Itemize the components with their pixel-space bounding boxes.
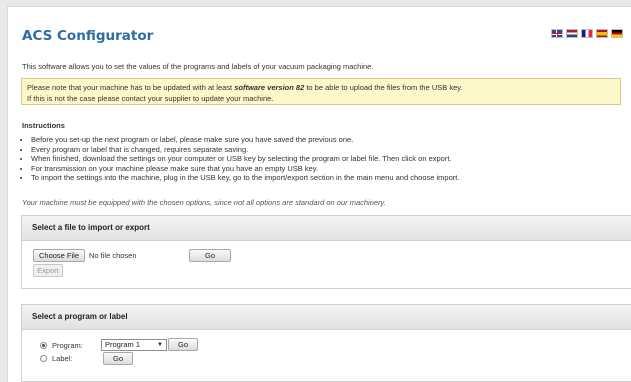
configurator-page: ACS Configurator This software allows yo…: [7, 6, 631, 382]
instructions-title: Instructions: [22, 121, 65, 130]
notice-line-2: If this is not the case please contact y…: [27, 94, 274, 103]
instruction-item: When finished, download the settings on …: [31, 154, 459, 164]
instructions-list: Before you set-up the next program or la…: [22, 135, 459, 183]
label-go-button[interactable]: Go: [103, 352, 133, 365]
instruction-item: For transmission on your machine please …: [31, 164, 459, 174]
notice-text-before: Please note that your machine has to be …: [27, 83, 235, 92]
equipment-note: Your machine must be equipped with the c…: [22, 198, 386, 207]
es-flag-icon[interactable]: [596, 29, 608, 38]
instruction-item: Every program or label that is changed, …: [31, 145, 459, 155]
choose-file-button[interactable]: Choose File: [33, 249, 85, 262]
chevron-down-icon: ▼: [157, 342, 163, 348]
import-export-heading: Select a file to import or export: [22, 216, 631, 241]
intro-text: This software allows you to set the valu…: [22, 62, 374, 71]
language-selector: [551, 29, 623, 38]
notice-line-1: Please note that your machine has to be …: [27, 82, 615, 93]
program-select-value: Program 1: [105, 340, 141, 349]
notice-text-after: to be able to upload the files from the …: [304, 83, 463, 92]
export-button[interactable]: Export: [33, 264, 63, 277]
program-go-button[interactable]: Go: [168, 338, 198, 351]
program-radio[interactable]: [40, 342, 47, 349]
program-select[interactable]: Program 1 ▼: [101, 339, 167, 351]
label-radio-label: Label:: [52, 354, 73, 363]
instruction-item: To import the settings into the machine,…: [31, 173, 459, 183]
de-flag-icon[interactable]: [611, 29, 623, 38]
notice-software-version: software version 82: [234, 83, 305, 92]
import-export-panel: Select a file to import or export Choose…: [21, 215, 631, 289]
program-label-panel: Select a program or label Program: Progr…: [21, 304, 631, 382]
instruction-item: Before you set-up the next program or la…: [31, 135, 459, 145]
en-flag-icon[interactable]: [551, 29, 563, 38]
nl-flag-icon[interactable]: [566, 29, 578, 38]
import-go-button[interactable]: Go: [189, 249, 231, 262]
file-status-text: No file chosen: [89, 251, 137, 260]
program-label-heading: Select a program or label: [22, 305, 631, 330]
update-notice: Please note that your machine has to be …: [21, 78, 621, 105]
page-title: ACS Configurator: [22, 28, 154, 44]
label-radio[interactable]: [40, 355, 47, 362]
program-radio-label: Program:: [52, 341, 83, 350]
fr-flag-icon[interactable]: [581, 29, 593, 38]
